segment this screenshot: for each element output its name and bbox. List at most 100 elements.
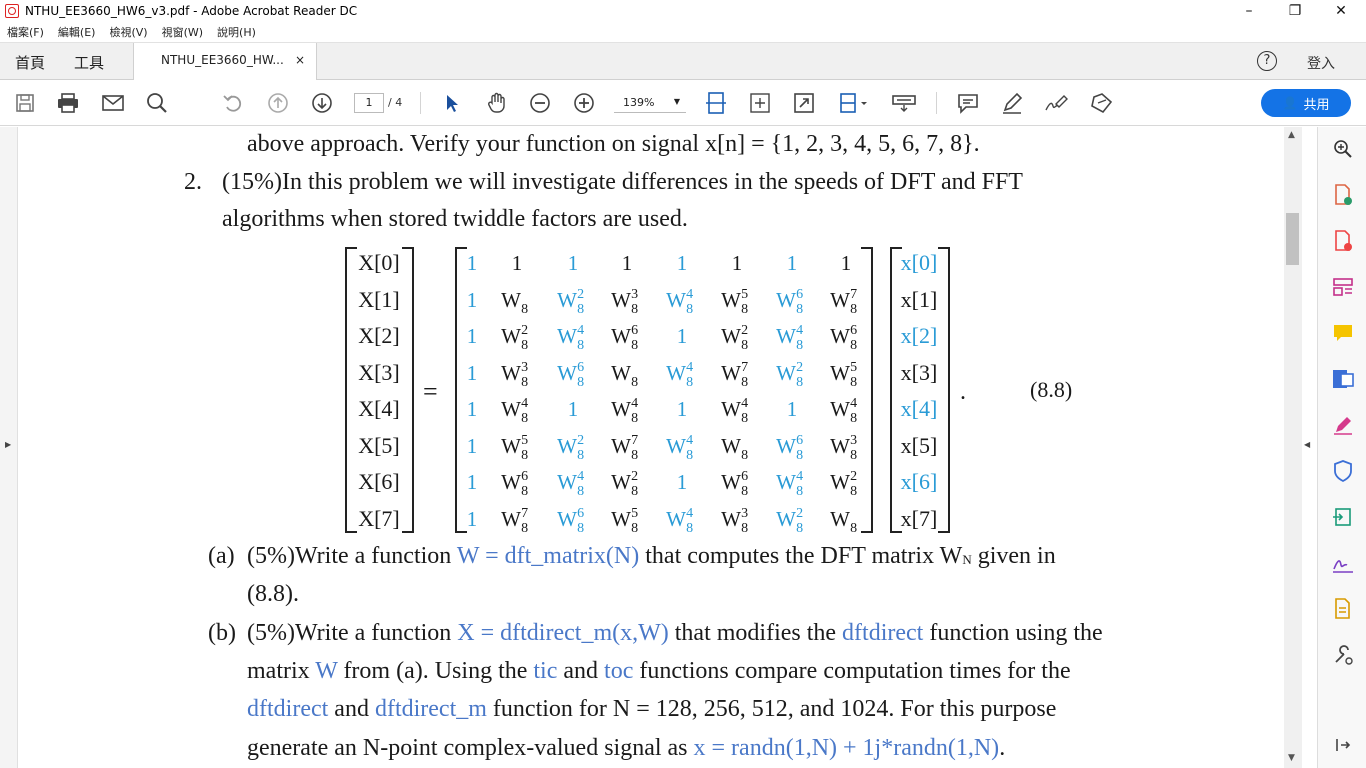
tab-home[interactable]: 首頁 [15, 52, 45, 73]
edit-redact-icon[interactable] [1089, 91, 1113, 115]
matrix-entry: W68 [830, 323, 858, 353]
matrix-entry: W48 [557, 323, 585, 353]
part-a-text: (5%)Write a function W = dft_matrix(N) t… [247, 543, 1056, 569]
matrix-entry: 1 [731, 251, 743, 275]
matrix-entry: W78 [501, 505, 529, 536]
chevron-down-icon: ▼ [673, 97, 680, 106]
login-button[interactable]: 登入 [1307, 53, 1335, 73]
tools-pane [1317, 127, 1366, 768]
zoom-select[interactable]: 139% ▼ [614, 93, 686, 113]
matrix-entry: W28 [776, 505, 804, 536]
tab-document[interactable]: NTHU_EE3660_HW... × [133, 43, 317, 81]
matrix-entry: W28 [557, 432, 585, 463]
matrix-entry: 1 [676, 251, 688, 275]
fullscreen-icon[interactable] [792, 91, 816, 115]
lhs-entry: X[4] [358, 396, 400, 421]
menu-edit[interactable]: 編輯(E) [58, 24, 96, 40]
text-line: algorithms when stored twiddle factors a… [222, 206, 688, 232]
organize-pages-icon[interactable] [1331, 275, 1355, 299]
rhs-entry: x[7] [900, 505, 938, 531]
matrix-entry: W48 [721, 396, 749, 426]
menu-window[interactable]: 視窗(W) [162, 24, 203, 40]
request-signature-icon[interactable] [1331, 551, 1355, 575]
menu-help[interactable]: 說明(H) [217, 24, 256, 40]
comment-tool-icon[interactable] [1331, 321, 1355, 345]
menu-view[interactable]: 檢視(V) [109, 24, 147, 40]
prev-page-icon[interactable] [266, 91, 290, 115]
text-line: above approach. Verify your function on … [247, 131, 980, 157]
matrix-entry: W48 [501, 396, 529, 426]
keyboard-icon[interactable] [892, 91, 916, 115]
minimize-button[interactable]: – [1226, 0, 1272, 22]
part-b-text-3: dftdirect and dftdirect_m function for N… [247, 696, 1057, 722]
mail-icon[interactable] [101, 91, 125, 115]
matrix-entry: W8 [721, 433, 749, 463]
toolbar-separator [936, 92, 937, 114]
toolbar-separator [420, 92, 421, 114]
part-a-label: (a) [208, 543, 235, 569]
rhs-entry: x[0] [900, 250, 938, 275]
edit-pdf-icon[interactable] [1331, 367, 1355, 391]
lhs-entry: X[0] [358, 250, 400, 275]
search-icon[interactable] [145, 91, 169, 115]
fit-page-icon[interactable] [704, 91, 728, 115]
undo-icon[interactable] [221, 91, 245, 115]
share-button[interactable]: 👤 共用 [1261, 89, 1351, 117]
matrix-entry: 1 [676, 470, 688, 494]
fit-width-icon[interactable] [748, 91, 772, 115]
matrix-entry: W78 [830, 286, 858, 317]
expand-left-icon[interactable]: ▶ [5, 440, 11, 449]
matrix-entry: 1 [466, 506, 478, 531]
hand-tool-icon[interactable] [485, 91, 509, 115]
tab-close-icon[interactable]: × [295, 53, 305, 67]
text-line: (15%)In this problem we will investigate… [222, 169, 1023, 195]
send-for-review-icon[interactable] [1331, 505, 1355, 529]
sign-icon[interactable] [1044, 91, 1068, 115]
matrix-entry: 1 [676, 397, 688, 421]
rhs-entry: x[4] [900, 396, 938, 421]
matrix-entry: W38 [830, 432, 858, 463]
acrobat-icon [5, 4, 19, 18]
select-cursor-icon[interactable] [440, 91, 464, 115]
scroll-up-icon[interactable]: ▲ [1288, 130, 1295, 140]
print-icon[interactable] [56, 91, 80, 115]
protect-icon[interactable] [1331, 459, 1355, 483]
share-label: 共用 [1303, 97, 1330, 113]
matrix-entry: W68 [776, 286, 804, 317]
prepare-form-icon[interactable] [1331, 597, 1355, 621]
rhs-entry: x[5] [900, 432, 938, 458]
scroll-down-icon[interactable]: ▼ [1288, 753, 1295, 763]
menu-file[interactable]: 檔案(F) [7, 24, 44, 40]
zoom-value: 139% [623, 96, 655, 109]
zoom-out-icon[interactable] [528, 91, 552, 115]
zoom-tool-icon[interactable] [1331, 137, 1355, 161]
scrollbar-thumb[interactable] [1286, 213, 1299, 265]
collapse-pane-icon[interactable] [1331, 733, 1355, 757]
page-number-input[interactable]: 1 [354, 93, 384, 113]
more-tools-icon[interactable] [1331, 643, 1355, 667]
next-page-icon[interactable] [310, 91, 334, 115]
maximize-button[interactable]: ❐ [1272, 0, 1318, 22]
vertical-scrollbar[interactable]: ▲ ▼ [1284, 127, 1302, 768]
highlight-pen-icon[interactable] [1000, 91, 1024, 115]
matrix-entry: W8 [611, 360, 639, 390]
matrix-entry: W48 [666, 432, 694, 463]
scroll-mode-icon[interactable] [838, 91, 870, 115]
create-pdf-icon[interactable] [1331, 229, 1355, 253]
save-icon[interactable] [13, 91, 37, 115]
rhs-entry: x[3] [900, 359, 938, 385]
matrix-entry: W78 [611, 432, 639, 463]
part-b-text-4: generate an N-point complex-valued signa… [247, 735, 1006, 761]
tab-tools[interactable]: 工具 [74, 52, 104, 73]
close-window-button[interactable]: ✕ [1318, 0, 1364, 22]
export-pdf-icon[interactable] [1331, 183, 1355, 207]
zoom-in-icon[interactable] [572, 91, 596, 115]
fill-sign-icon[interactable] [1331, 413, 1355, 437]
left-panel-strip[interactable]: ▶ [0, 127, 18, 768]
collapse-right-panel-icon[interactable]: ◀ [1304, 440, 1310, 449]
matrix-entry: W28 [557, 286, 585, 317]
matrix-entry: W28 [501, 323, 529, 353]
help-icon[interactable]: ? [1257, 51, 1277, 71]
matrix-entry: 1 [840, 251, 852, 275]
comment-icon[interactable] [956, 91, 980, 115]
